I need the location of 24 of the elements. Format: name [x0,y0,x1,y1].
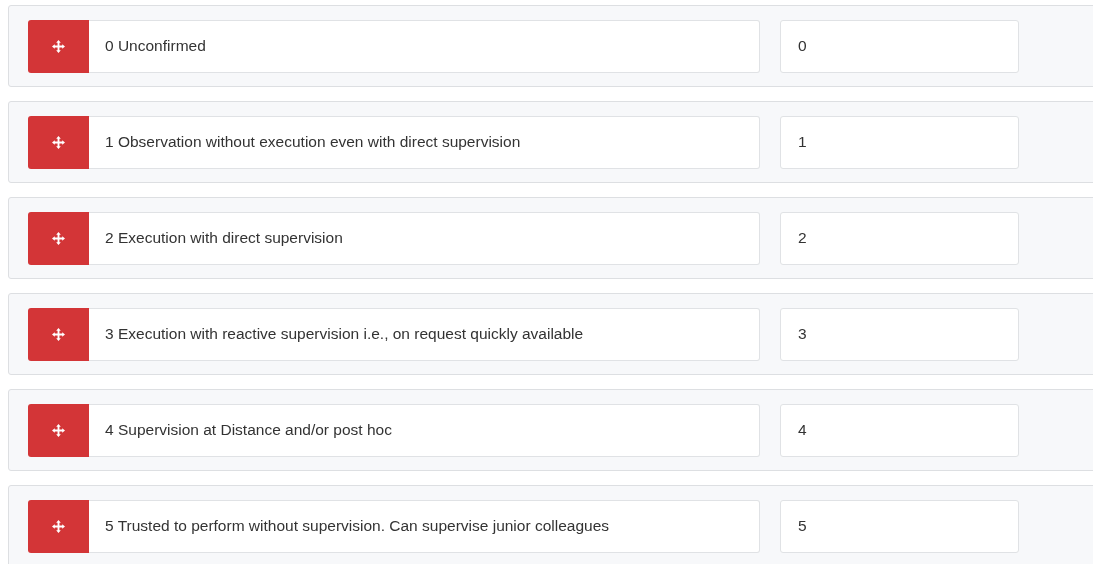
value-field[interactable]: 4 [780,403,1019,457]
drag-handle[interactable] [28,307,89,361]
drag-handle[interactable] [28,499,89,553]
label-field[interactable]: 0 Unconfirmed [89,19,760,73]
move-icon [52,519,65,533]
value-field[interactable]: 1 [780,115,1019,169]
drag-handle[interactable] [28,115,89,169]
drag-handle[interactable] [28,403,89,457]
label-field[interactable]: 2 Execution with direct supervision [89,211,760,265]
label-field[interactable]: 5 Trusted to perform without supervision. Can supervise junior colleagues [89,499,760,553]
label-field[interactable]: 1 Observation without execution even with direct supervision [89,115,760,169]
move-icon [52,39,65,53]
move-icon [52,423,65,437]
value-field[interactable]: 3 [780,307,1019,361]
label-field[interactable]: 3 Execution with reactive supervision i.e., on request quickly available [89,307,760,361]
value-field[interactable]: 2 [780,211,1019,265]
value-field[interactable]: 5 [780,499,1019,553]
drag-handle[interactable] [28,19,89,73]
value-field[interactable]: 0 [780,19,1019,73]
drag-handle[interactable] [28,211,89,265]
label-field[interactable]: 4 Supervision at Distance and/or post hoc [89,403,760,457]
move-icon [52,231,65,245]
move-icon [52,327,65,341]
move-icon [52,135,65,149]
